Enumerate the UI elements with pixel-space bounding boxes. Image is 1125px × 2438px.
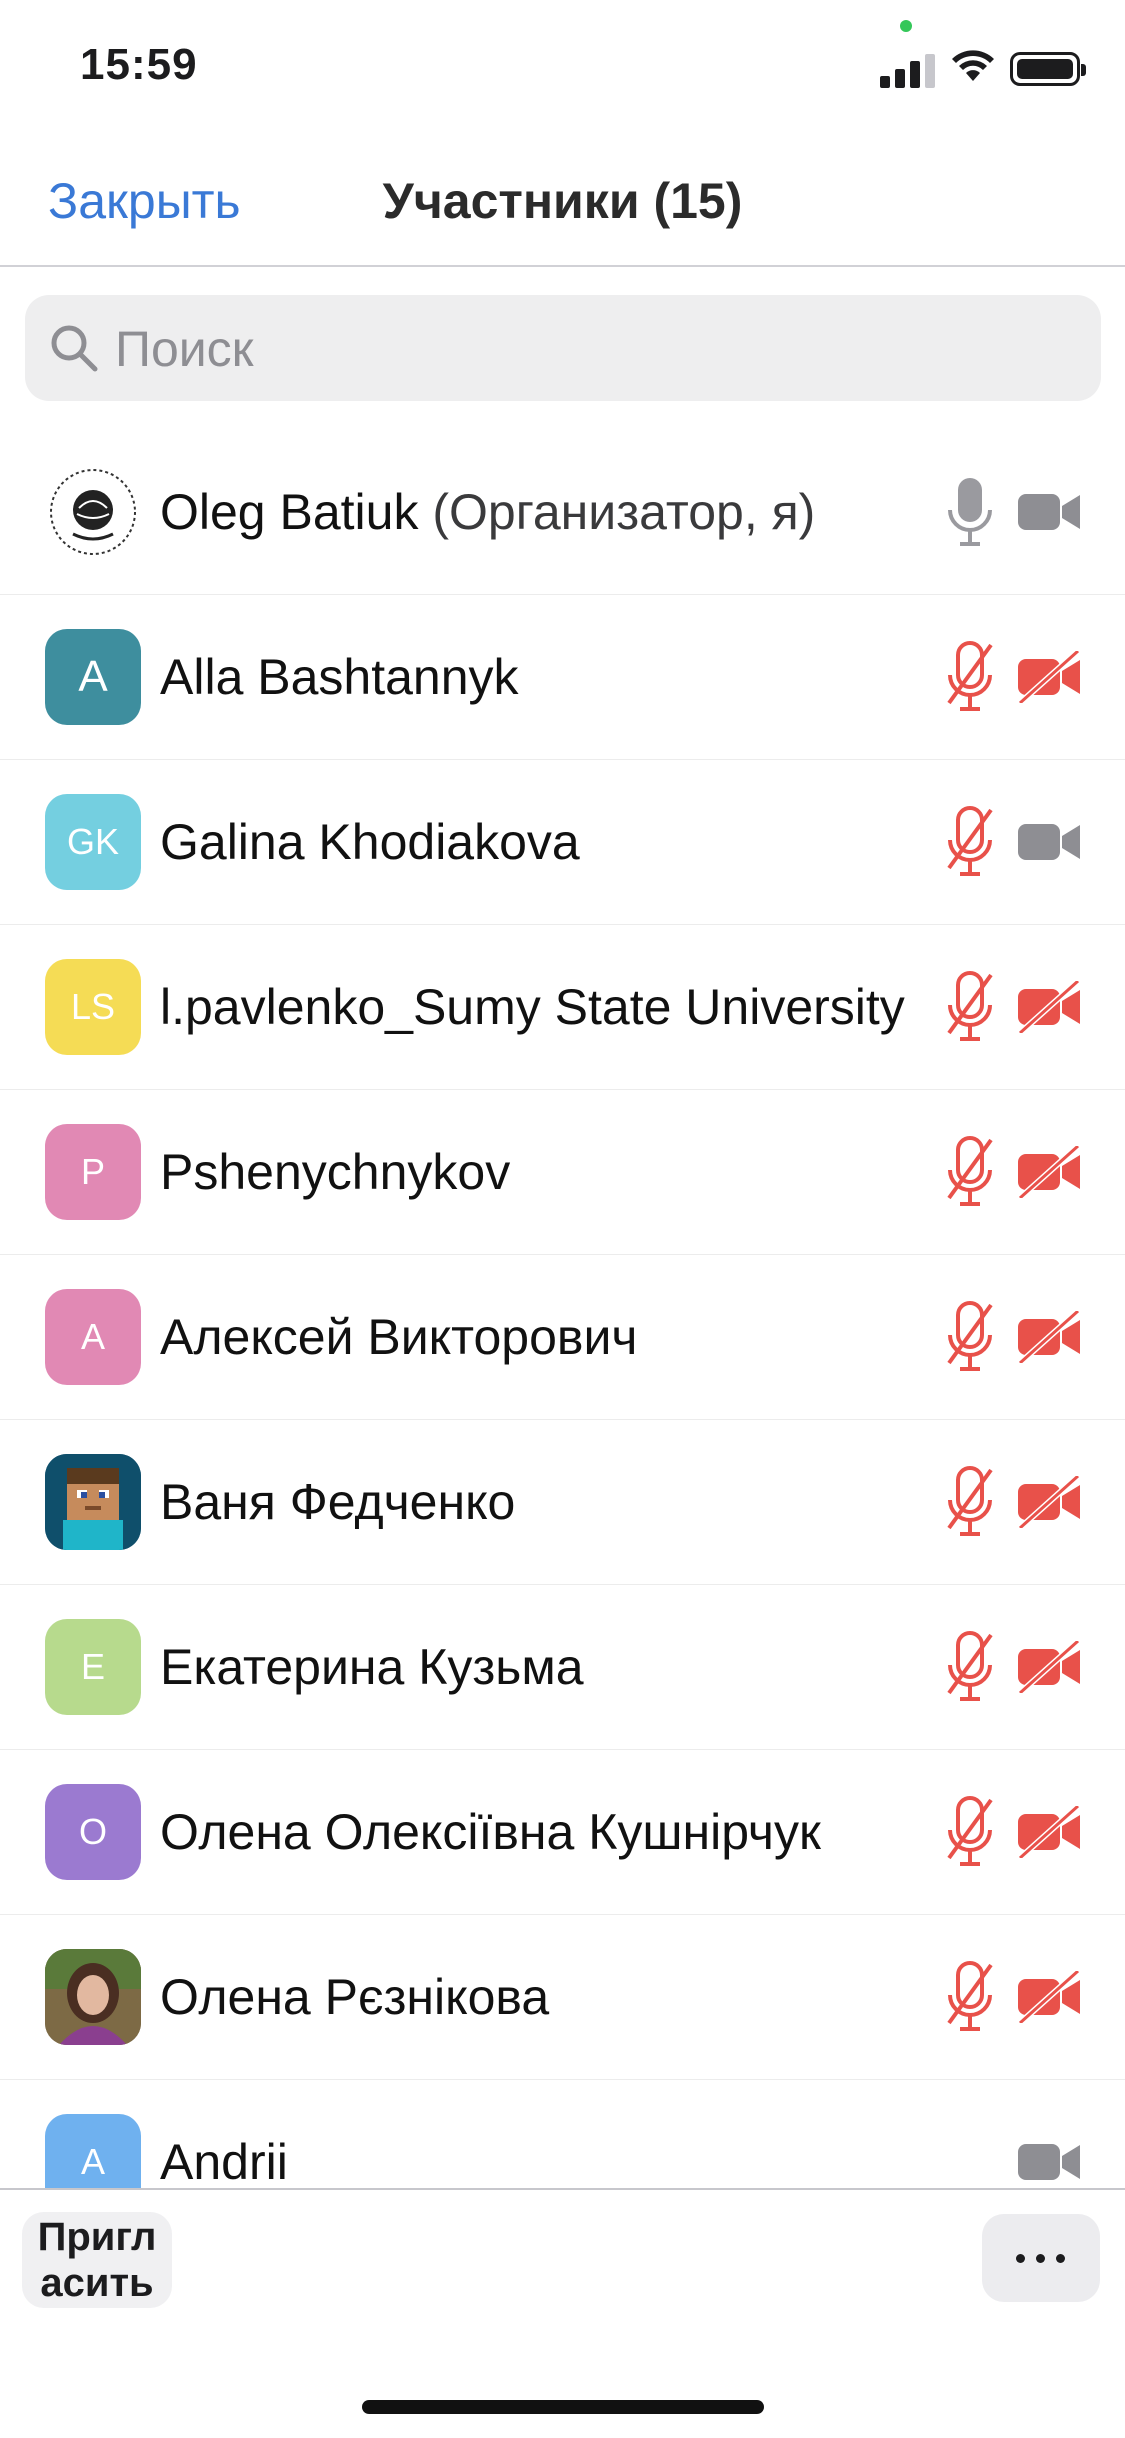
participant-name: Ваня Федченко [160, 1474, 516, 1530]
participant-name-text: Oleg Batiuk [160, 484, 419, 540]
participant-name: l.pavlenko_Sumy State University [160, 979, 905, 1035]
avatar [45, 1454, 141, 1550]
microphone-muted-icon[interactable] [945, 1631, 995, 1703]
microphone-muted-icon[interactable] [945, 1301, 995, 1373]
invite-button[interactable]: Пригл асить [22, 2212, 172, 2308]
page-title: Участники (15) [0, 172, 1125, 230]
microphone-muted-icon[interactable] [945, 641, 995, 713]
participant-name: Алексей Викторович [160, 1309, 638, 1365]
navigation-bar: Закрыть Участники (15) [0, 140, 1125, 267]
ellipsis-icon [1016, 2254, 1025, 2263]
cellular-signal-icon [880, 50, 936, 88]
participant-row[interactable]: P Pshenychnykov [0, 1090, 1125, 1255]
avatar: A [45, 629, 141, 725]
participant-row[interactable]: Олена Рєзнікова [0, 1915, 1125, 2080]
person-photo-avatar [45, 1949, 141, 2045]
microphone-muted-icon[interactable] [945, 1796, 995, 1868]
participant-row[interactable]: GK Galina Khodiakova [0, 760, 1125, 925]
more-button[interactable] [982, 2214, 1100, 2302]
home-indicator[interactable] [362, 2400, 764, 2414]
video-camera-icon[interactable] [1018, 816, 1082, 868]
avatar [45, 1949, 141, 2045]
participant-name: Galina Khodiakova [160, 814, 580, 870]
avatar: A [45, 1289, 141, 1385]
search-input[interactable] [113, 295, 1077, 403]
avatar-initials: LS [70, 986, 116, 1027]
microphone-icon[interactable] [945, 476, 995, 548]
participant-row[interactable]: Oleg Batiuk (Организатор, я) [0, 430, 1125, 595]
microphone-muted-icon[interactable] [945, 1136, 995, 1208]
participant-row[interactable]: A Alla Bashtannyk [0, 595, 1125, 760]
avatar-initials: A [80, 2141, 105, 2182]
video-off-icon[interactable] [1018, 1476, 1082, 1528]
video-camera-icon[interactable] [1018, 486, 1082, 538]
avatar: O [45, 1784, 141, 1880]
participant-name: Екатерина Кузьма [160, 1639, 584, 1695]
avatar: E [45, 1619, 141, 1715]
avatar: GK [45, 794, 141, 890]
avatar-initials: E [80, 1646, 105, 1687]
video-camera-icon[interactable] [1018, 2136, 1082, 2188]
microphone-muted-icon[interactable] [945, 1466, 995, 1538]
microphone-muted-icon[interactable] [945, 806, 995, 878]
avatar-initials: A [78, 652, 108, 701]
video-off-icon[interactable] [1018, 651, 1082, 703]
participant-list[interactable]: Oleg Batiuk (Организатор, я) A Alla Bash… [0, 430, 1125, 2210]
microphone-muted-icon[interactable] [945, 1961, 995, 2033]
camera-in-use-indicator [900, 20, 912, 32]
avatar: P [45, 1124, 141, 1220]
minecraft-avatar-image [45, 1454, 141, 1550]
participant-row[interactable]: O Олена Олексіївна Кушнірчук [0, 1750, 1125, 1915]
participant-row[interactable]: LS l.pavlenko_Sumy State University [0, 925, 1125, 1090]
video-off-icon[interactable] [1018, 981, 1082, 1033]
organization-logo-icon [50, 469, 136, 555]
battery-icon [1010, 52, 1086, 86]
ellipsis-icon [1036, 2254, 1045, 2263]
video-off-icon[interactable] [1018, 1641, 1082, 1693]
page-title-text: Участники (15) [382, 173, 743, 229]
avatar-initials: A [80, 1316, 105, 1357]
participant-name: Олена Рєзнікова [160, 1969, 550, 2025]
participant-name: Pshenychnykov [160, 1144, 511, 1200]
invite-label-line1: Пригл [37, 2215, 157, 2259]
participant-row[interactable]: A Алексей Викторович [0, 1255, 1125, 1420]
footer-toolbar: Пригл асить [0, 2188, 1125, 2438]
avatar-initials: P [80, 1151, 105, 1192]
avatar [45, 464, 141, 560]
avatar-initials: GK [66, 821, 119, 862]
avatar: LS [45, 959, 141, 1055]
search-bar[interactable] [25, 295, 1101, 403]
wifi-icon [952, 50, 994, 81]
participant-role: (Организатор, я) [432, 484, 816, 540]
participant-name: Alla Bashtannyk [160, 649, 519, 705]
participant-row[interactable]: Ваня Федченко [0, 1420, 1125, 1585]
ellipsis-icon [1056, 2254, 1065, 2263]
participant-row[interactable]: E Екатерина Кузьма [0, 1585, 1125, 1750]
search-icon [51, 325, 98, 372]
video-off-icon[interactable] [1018, 1311, 1082, 1363]
avatar-initials: O [78, 1811, 107, 1852]
invite-label-line2: асить [40, 2261, 154, 2305]
participant-name: Oleg Batiuk (Организатор, я) [160, 430, 815, 595]
status-bar: 15:59 [0, 0, 1125, 140]
video-off-icon[interactable] [1018, 1146, 1082, 1198]
participant-name: Олена Олексіївна Кушнірчук [160, 1804, 821, 1860]
video-off-icon[interactable] [1018, 1806, 1082, 1858]
status-time: 15:59 [80, 40, 198, 89]
video-off-icon[interactable] [1018, 1971, 1082, 2023]
microphone-muted-icon[interactable] [945, 971, 995, 1043]
